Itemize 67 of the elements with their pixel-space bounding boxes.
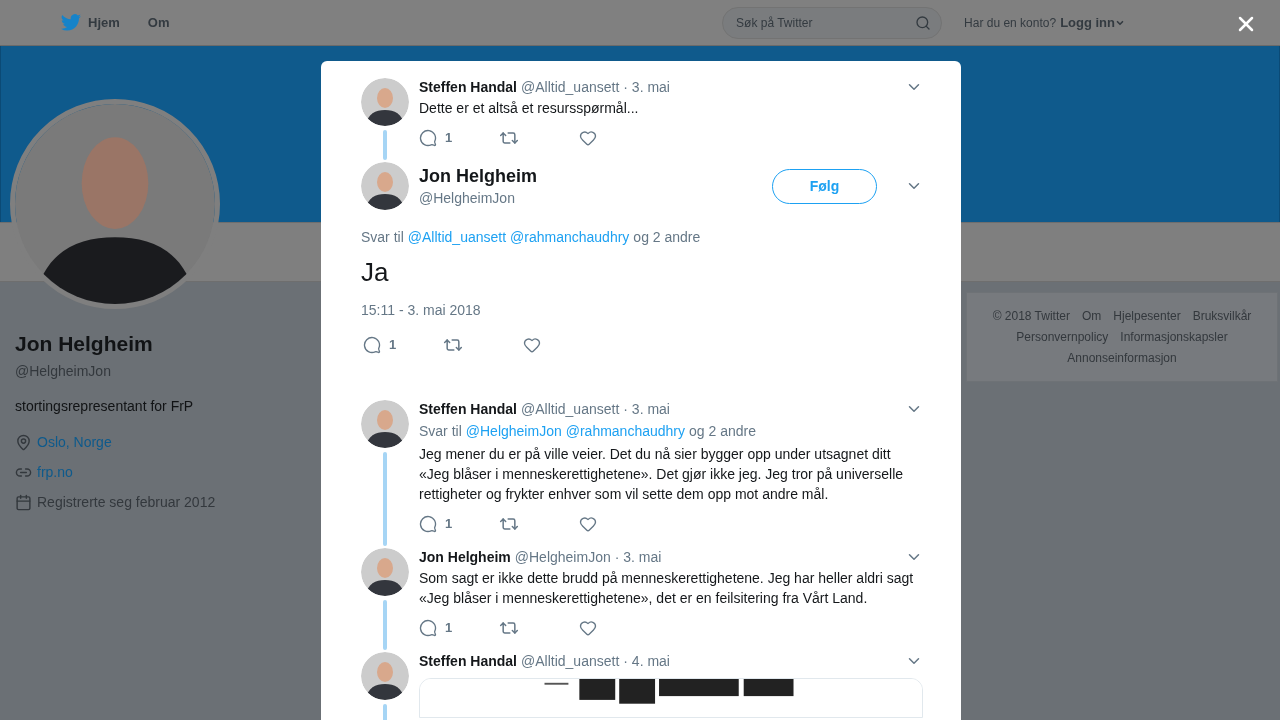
tweet-text: Dette er et altså et resursspørmål... bbox=[419, 99, 640, 118]
tweet-text: Jeg mener du er på ville veier. Det du nå sier bygger opp under utsagnet ditt «Jeg blåser i menneskerettighetene». Det gjør ikke jeg. Jeg tror på universelle rettigheter og frykter enhver som vil sette dem opp mot andre mål. bbox=[419, 445, 905, 504]
reply-button[interactable]: 1 bbox=[419, 514, 499, 534]
calendar-icon bbox=[15, 493, 32, 511]
reply-icon bbox=[419, 515, 437, 533]
reply-to-label: Svar til bbox=[419, 422, 462, 441]
reply-icon bbox=[363, 336, 381, 354]
reply-button[interactable]: 1 bbox=[363, 335, 443, 355]
tweet-timestamp[interactable]: 15:11 - 3. mai 2018 bbox=[361, 300, 923, 321]
reply-icon bbox=[419, 619, 437, 637]
nav-link[interactable]: Om bbox=[147, 12, 170, 33]
like-button[interactable] bbox=[579, 129, 597, 147]
like-button[interactable] bbox=[579, 619, 597, 637]
author-name[interactable]: Steffen Handal bbox=[419, 78, 517, 96]
avatar[interactable] bbox=[361, 78, 409, 126]
tweet-date[interactable]: · 4. mai bbox=[623, 652, 670, 670]
heart-icon bbox=[579, 515, 597, 533]
reply-to-others: og 2 andre bbox=[633, 228, 701, 247]
author-name[interactable]: Steffen Handal bbox=[419, 652, 517, 670]
heart-icon bbox=[523, 336, 541, 354]
author-name[interactable]: Jon Helgheim bbox=[419, 548, 511, 566]
author-handle[interactable]: @Alltid_uansett bbox=[521, 400, 620, 418]
footer-link[interactable]: Om bbox=[1081, 307, 1102, 325]
login-prompt: Har du en konto? bbox=[964, 14, 1057, 32]
author-name[interactable]: Jon Helgheim bbox=[419, 163, 762, 188]
profile-detail: Registrerte seg februar 2012 bbox=[37, 492, 216, 512]
mention-link[interactable]: @HelgheimJon bbox=[465, 421, 562, 442]
heart-icon bbox=[579, 619, 597, 637]
reply-to-others: og 2 andre bbox=[689, 422, 756, 441]
tweet-date[interactable]: · 3. mai bbox=[614, 548, 662, 566]
footer-link[interactable]: Annonseinformasjon bbox=[1067, 349, 1177, 367]
avatar[interactable] bbox=[361, 652, 409, 700]
footer-link[interactable]: Hjelpesenter bbox=[1113, 307, 1181, 325]
author-handle[interactable]: @Alltid_uansett bbox=[521, 78, 620, 96]
avatar[interactable] bbox=[361, 162, 409, 210]
avatar[interactable] bbox=[361, 548, 409, 596]
footer-link[interactable]: Bruksvilkår bbox=[1192, 307, 1252, 325]
footer-link[interactable]: Personvernpolicy bbox=[1016, 328, 1109, 346]
tweet-date[interactable]: · 3. mai bbox=[623, 78, 670, 96]
tweet-text: Som sagt er ikke dette brudd på menneskerettighetene. Jeg har heller aldri sagt «Jeg blåser i menneskerettighetene», det er en feilsitering fra Vårt Land. bbox=[419, 569, 915, 608]
mention-link[interactable]: @rahmanchaudhry bbox=[510, 227, 630, 248]
footer-link[interactable]: © 2018 Twitter bbox=[992, 307, 1070, 325]
avatar[interactable] bbox=[361, 400, 409, 448]
heart-icon bbox=[579, 129, 597, 147]
search-field[interactable]: Søk på Twitter bbox=[722, 6, 943, 39]
location-icon bbox=[15, 433, 32, 451]
search-icon[interactable] bbox=[915, 14, 932, 31]
reply-to-label: Svar til bbox=[361, 228, 404, 247]
mention-link[interactable]: @Alltid_uansett bbox=[407, 227, 507, 248]
author-handle[interactable]: @HelgheimJon bbox=[419, 187, 762, 209]
reply-button[interactable]: 1 bbox=[419, 128, 499, 148]
nav-link[interactable]: Hjem bbox=[60, 11, 120, 34]
author-name[interactable]: Steffen Handal bbox=[419, 400, 517, 418]
reply-button[interactable]: 1 bbox=[419, 618, 499, 638]
reply-icon bbox=[419, 129, 437, 147]
profile-name: Jon Helgheim bbox=[15, 331, 154, 357]
author-handle[interactable]: @HelgheimJon bbox=[514, 548, 611, 566]
like-button[interactable] bbox=[523, 336, 541, 354]
author-handle[interactable]: @Alltid_uansett bbox=[521, 652, 620, 670]
profile-bio: stortingsrepresentant for FrP bbox=[15, 396, 195, 416]
tweet-date[interactable]: · 3. mai bbox=[623, 400, 670, 418]
tweet-text: Ja bbox=[361, 256, 390, 288]
login-button[interactable]: Logg inn bbox=[1060, 12, 1125, 33]
like-button[interactable] bbox=[579, 515, 597, 533]
footer-link[interactable]: Informasjonskapsler bbox=[1120, 328, 1228, 346]
profile-handle: @HelgheimJon bbox=[15, 361, 112, 381]
mention-link[interactable]: @rahmanchaudhry bbox=[565, 421, 685, 442]
